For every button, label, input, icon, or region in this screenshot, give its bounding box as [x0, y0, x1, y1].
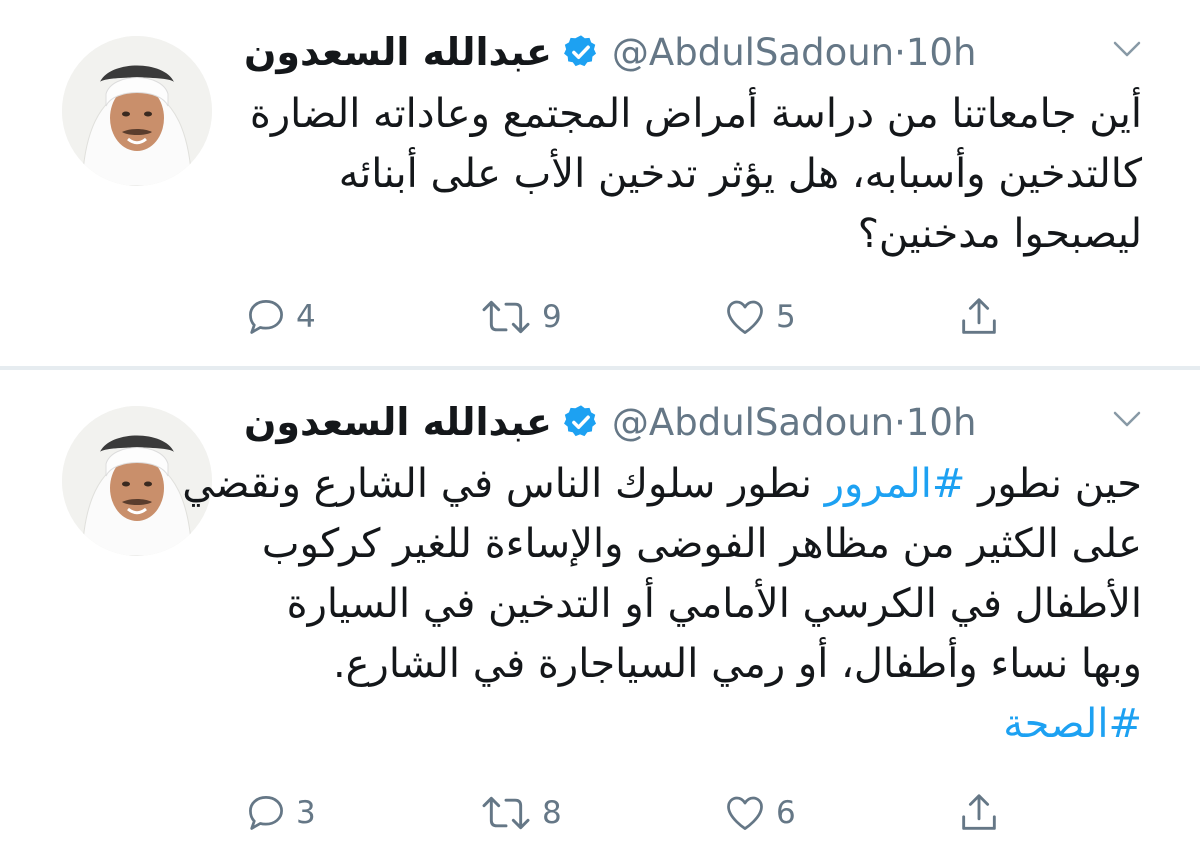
share-button[interactable] [956, 788, 1002, 838]
tweet-header: عبدالله السعدون @AbdulSadoun·10h [244, 22, 1144, 82]
tweet[interactable]: عبدالله السعدون @AbdulSadoun·10h أين جام… [0, 0, 1200, 368]
tweet-text-line: وبها نساء وأطفال، أو رمي السياجارة في ال… [242, 634, 1142, 694]
retweet-button[interactable]: 9 [478, 292, 562, 342]
share-button[interactable] [956, 292, 1002, 342]
like-button[interactable]: 5 [722, 292, 796, 342]
retweet-count: 8 [542, 795, 562, 831]
author-handle[interactable]: @AbdulSadoun·10h [612, 31, 977, 74]
tweet[interactable]: عبدالله السعدون @AbdulSadoun·10h حين نطو… [0, 370, 1200, 866]
timestamp[interactable]: 10h [906, 31, 977, 74]
text-segment: حين نطور [965, 461, 1142, 507]
retweet-button[interactable]: 8 [478, 788, 562, 838]
tweet-text-line: #الصحة [242, 694, 1142, 754]
retweet-count: 9 [542, 299, 562, 335]
tweet-text: حين نطور #المرور نطور سلوك الناس في الشا… [182, 454, 1142, 754]
like-button[interactable]: 6 [722, 788, 796, 838]
text-segment: وبها نساء وأطفال، أو رمي السياجارة في ال… [332, 641, 1142, 687]
reply-icon [249, 796, 283, 830]
author-name[interactable]: عبدالله السعدون [244, 400, 552, 444]
tweet-text-line: أين جامعاتنا من دراسة أمراض المجتمع وعاد… [242, 84, 1142, 144]
heart-icon [727, 796, 763, 830]
avatar[interactable] [62, 36, 212, 186]
dot-separator: · [894, 30, 906, 74]
like-count: 6 [776, 795, 796, 831]
timeline: عبدالله السعدون @AbdulSadoun·10h أين جام… [0, 0, 1200, 866]
tweet-text-line: الأطفال في الكرسي الأمامي أو التدخين في … [242, 574, 1142, 634]
verified-badge-icon [563, 35, 596, 67]
share-icon [962, 298, 996, 334]
text-segment: أين جامعاتنا من دراسة أمراض المجتمع وعاد… [249, 91, 1142, 137]
dot-separator: · [894, 400, 906, 444]
text-segment: نطور سلوك الناس في الشارع ونقضي [182, 461, 825, 507]
heart-icon [727, 300, 763, 334]
avatar-image [62, 36, 212, 186]
retweet-icon [482, 300, 530, 334]
hashtag-link[interactable]: #المرور [825, 461, 966, 507]
tweet-text-line: حين نطور #المرور نطور سلوك الناس في الشا… [182, 454, 1142, 514]
tweet-actions: 4 9 5 [244, 292, 1024, 342]
tweet-text-line: كالتدخين وأسبابه، هل يؤثر تدخين الأب على… [242, 144, 1142, 204]
author-name[interactable]: عبدالله السعدون [244, 30, 552, 74]
tweet-header: عبدالله السعدون @AbdulSadoun·10h [244, 392, 1144, 452]
text-segment: الأطفال في الكرسي الأمامي أو التدخين في … [286, 581, 1142, 627]
tweet-text: أين جامعاتنا من دراسة أمراض المجتمع وعاد… [242, 84, 1142, 264]
verified-badge-icon [563, 405, 596, 437]
tweet-actions: 3 8 6 [244, 788, 1024, 838]
author-handle[interactable]: @AbdulSadoun·10h [612, 401, 977, 444]
text-segment: على الكثير من مظاهر الفوضى والإساءة للغي… [261, 521, 1142, 567]
hashtag-link[interactable]: #الصحة [1003, 701, 1142, 747]
text-segment: كالتدخين وأسبابه، هل يؤثر تدخين الأب على… [338, 151, 1142, 197]
reply-count: 4 [296, 299, 316, 335]
tweet-text-line: على الكثير من مظاهر الفوضى والإساءة للغي… [242, 514, 1142, 574]
tweet-text-line: ليصبحوا مدخنين؟ [242, 204, 1142, 264]
reply-button[interactable]: 4 [244, 292, 316, 342]
like-count: 5 [776, 299, 796, 335]
text-segment: ليصبحوا مدخنين؟ [857, 211, 1142, 257]
reply-count: 3 [296, 795, 316, 831]
retweet-icon [482, 796, 530, 830]
chevron-down-icon[interactable] [1112, 408, 1142, 430]
reply-icon [249, 300, 283, 334]
timestamp[interactable]: 10h [906, 401, 977, 444]
chevron-down-icon[interactable] [1112, 38, 1142, 60]
share-icon [962, 794, 996, 830]
reply-button[interactable]: 3 [244, 788, 316, 838]
